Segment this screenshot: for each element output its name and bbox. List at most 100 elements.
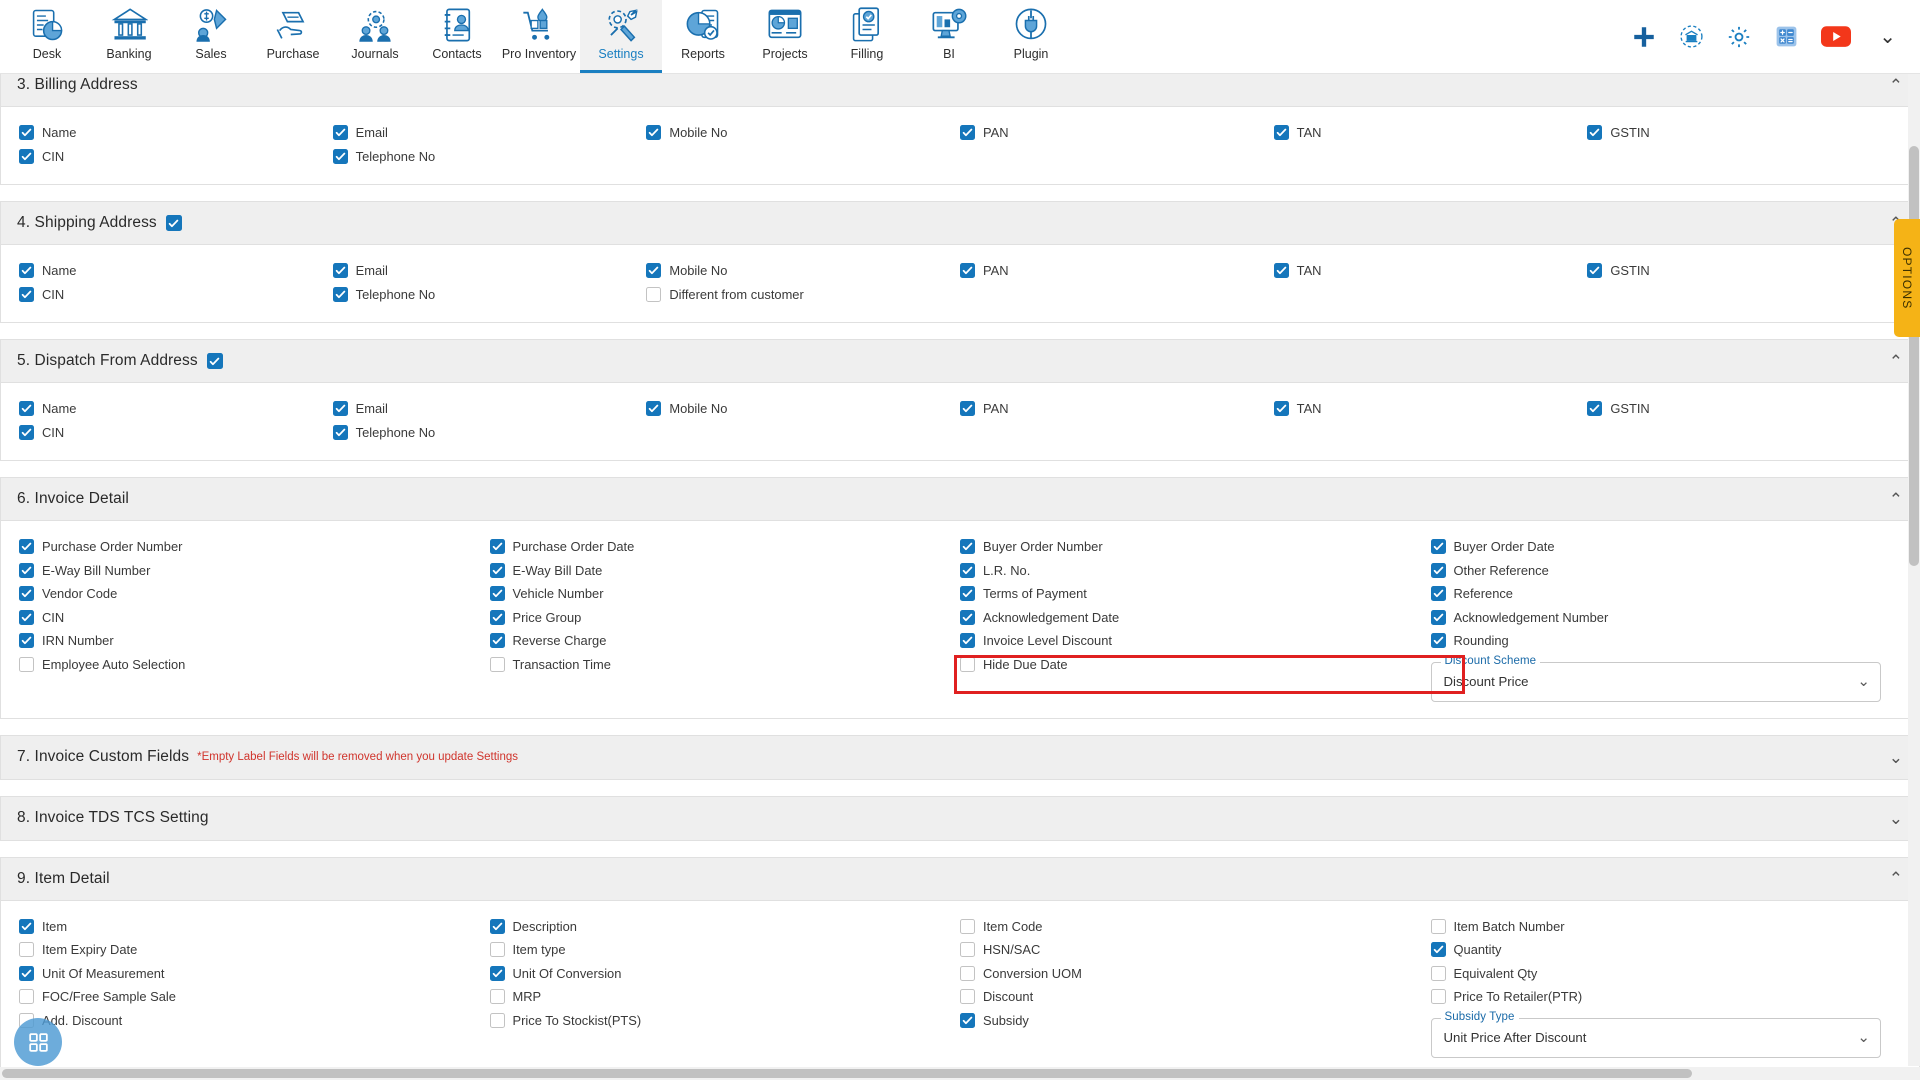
section-header-8[interactable]: 8. Invoice TDS TCS Setting ⌄: [1, 796, 1919, 840]
nav-item-settings[interactable]: Settings: [580, 0, 662, 73]
checkbox-row[interactable]: Price To Retailer(PTR): [1430, 985, 1902, 1009]
checkbox[interactable]: [332, 263, 348, 279]
checkbox-row[interactable]: Mobile No: [646, 397, 960, 421]
checkbox[interactable]: [19, 286, 34, 302]
checkbox[interactable]: [19, 562, 34, 578]
checkbox-row[interactable]: Subsidy: [960, 1009, 1431, 1033]
checkbox[interactable]: [1273, 263, 1289, 279]
checkbox-row[interactable]: L.R. No.: [960, 559, 1431, 583]
checkbox[interactable]: [960, 942, 975, 958]
settings-sections-scroll[interactable]: 3. Billing Address ⌃ Name Email Mobile No PAN…: [0, 74, 1920, 1080]
checkbox-row[interactable]: Price Group: [489, 606, 961, 630]
checkbox[interactable]: [960, 539, 975, 555]
checkbox[interactable]: [332, 125, 348, 141]
checkbox-row[interactable]: PAN: [959, 121, 1274, 145]
checkbox-row[interactable]: TAN: [1273, 121, 1588, 145]
checkbox-row[interactable]: E-Way Bill Date: [489, 559, 961, 583]
calculator-icon[interactable]: [1774, 24, 1799, 49]
checkbox-row[interactable]: Employee Auto Selection: [19, 653, 490, 677]
checkbox-row[interactable]: TAN: [1273, 397, 1588, 421]
checkbox[interactable]: [489, 942, 505, 958]
nav-item-pro-inventory[interactable]: Pro Inventory: [498, 0, 580, 73]
checkbox-row[interactable]: GSTIN: [1587, 121, 1901, 145]
checkbox-row[interactable]: CIN: [19, 145, 333, 169]
checkbox[interactable]: [960, 965, 975, 981]
checkbox[interactable]: [19, 609, 34, 625]
chevron-up-icon[interactable]: ⌃: [1889, 77, 1903, 94]
nav-item-banking[interactable]: Banking: [88, 0, 170, 73]
bank-sync-icon[interactable]: [1679, 24, 1704, 49]
nav-item-bi[interactable]: BI: [908, 0, 990, 73]
checkbox[interactable]: [959, 401, 975, 417]
checkbox-row[interactable]: Reverse Charge: [489, 629, 961, 653]
checkbox[interactable]: [19, 148, 34, 164]
checkbox-row[interactable]: Name: [19, 397, 333, 421]
chevron-down-icon[interactable]: ⌄: [1857, 674, 1870, 689]
checkbox[interactable]: [332, 286, 348, 302]
horizontal-scrollbar-thumb[interactable]: [2, 1069, 1692, 1078]
checkbox[interactable]: [959, 125, 975, 141]
checkbox-row[interactable]: Item: [19, 915, 490, 939]
nav-item-contacts[interactable]: Contacts: [416, 0, 498, 73]
checkbox-row[interactable]: Acknowledgement Date: [960, 606, 1431, 630]
checkbox[interactable]: [1587, 263, 1603, 279]
checkbox-row[interactable]: Quantity: [1430, 938, 1902, 962]
checkbox[interactable]: [1587, 125, 1603, 141]
checkbox[interactable]: [960, 633, 975, 649]
checkbox[interactable]: [1430, 586, 1446, 602]
checkbox[interactable]: [1273, 401, 1289, 417]
checkbox-row[interactable]: Telephone No: [332, 145, 647, 169]
checkbox[interactable]: [1430, 562, 1446, 578]
checkbox-row[interactable]: Name: [19, 259, 333, 283]
checkbox-row[interactable]: Item Batch Number: [1430, 915, 1902, 939]
checkbox-row[interactable]: Mobile No: [646, 259, 960, 283]
horizontal-scrollbar[interactable]: [0, 1067, 1920, 1080]
checkbox-row[interactable]: GSTIN: [1587, 397, 1901, 421]
checkbox[interactable]: [646, 263, 662, 279]
checkbox[interactable]: [646, 401, 662, 417]
checkbox-row[interactable]: Vehicle Number: [489, 582, 961, 606]
checkbox[interactable]: [19, 656, 34, 672]
checkbox[interactable]: [19, 942, 34, 958]
checkbox-row[interactable]: Terms of Payment: [960, 582, 1431, 606]
checkbox-row[interactable]: Hide Due Date: [960, 653, 1431, 677]
checkbox[interactable]: [960, 609, 975, 625]
checkbox[interactable]: [489, 633, 505, 649]
checkbox-row[interactable]: Item Code: [960, 915, 1431, 939]
section-enable-checkbox[interactable]: [206, 353, 223, 369]
checkbox[interactable]: [489, 989, 505, 1005]
checkbox[interactable]: [19, 424, 34, 440]
checkbox[interactable]: [489, 586, 505, 602]
add-plus-icon[interactable]: [1631, 24, 1657, 50]
checkbox[interactable]: [332, 424, 348, 440]
checkbox-row[interactable]: Name: [19, 121, 333, 145]
nav-item-plugin[interactable]: Plugin: [990, 0, 1072, 73]
checkbox[interactable]: [19, 965, 34, 981]
checkbox-row[interactable]: Item type: [489, 938, 961, 962]
checkbox-row[interactable]: Purchase Order Number: [19, 535, 490, 559]
checkbox-row[interactable]: MRP: [489, 985, 961, 1009]
checkbox-row[interactable]: Rounding: [1430, 629, 1902, 653]
checkbox[interactable]: [960, 562, 975, 578]
checkbox[interactable]: [1273, 125, 1289, 141]
checkbox-row[interactable]: Different from customer: [646, 283, 960, 307]
section-header-4[interactable]: 4. Shipping Address⌃: [1, 202, 1919, 245]
section-header-3[interactable]: 3. Billing Address ⌃: [1, 74, 1919, 107]
checkbox[interactable]: [646, 125, 662, 141]
checkbox[interactable]: [1430, 918, 1446, 934]
checkbox-row[interactable]: Telephone No: [332, 421, 647, 445]
checkbox-row[interactable]: HSN/SAC: [960, 938, 1431, 962]
chevron-down-icon[interactable]: ⌄: [1889, 810, 1903, 827]
checkbox[interactable]: [489, 1012, 505, 1028]
checkbox[interactable]: [1430, 989, 1446, 1005]
checkbox-row[interactable]: Other Reference: [1430, 559, 1902, 583]
grid-apps-icon[interactable]: [14, 1018, 62, 1066]
checkbox[interactable]: [19, 401, 34, 417]
checkbox-row[interactable]: Vendor Code: [19, 582, 490, 606]
nav-item-filling[interactable]: Filling: [826, 0, 908, 73]
checkbox-row[interactable]: Email: [332, 121, 647, 145]
checkbox[interactable]: [1430, 942, 1446, 958]
nav-item-projects[interactable]: Projects: [744, 0, 826, 73]
checkbox[interactable]: [960, 918, 975, 934]
checkbox[interactable]: [489, 609, 505, 625]
